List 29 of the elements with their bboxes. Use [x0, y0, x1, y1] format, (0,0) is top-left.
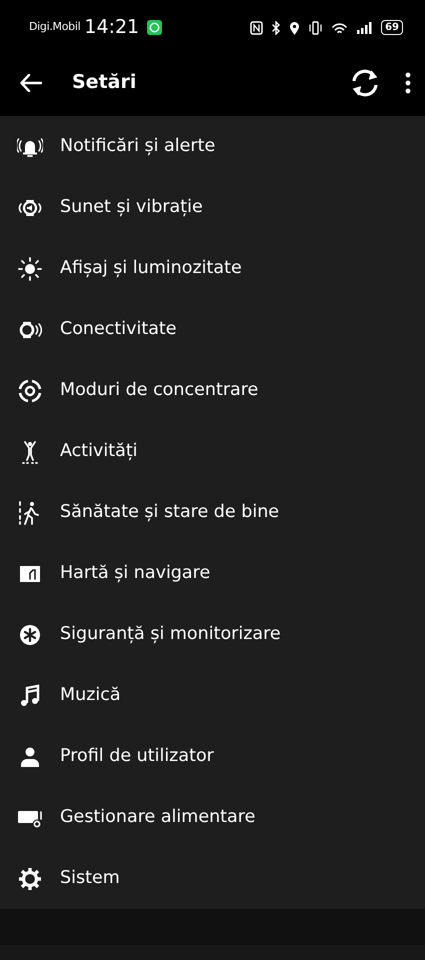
- settings-item[interactable]: Notificări și alerte: [0, 116, 425, 177]
- settings-item[interactable]: Hartă și navigare: [0, 543, 425, 604]
- chat-app-icon: [147, 20, 162, 35]
- vibrate-icon: [308, 20, 324, 34]
- settings-item[interactable]: Muzică: [0, 665, 425, 726]
- settings-item[interactable]: Sistem: [0, 848, 425, 909]
- settings-item[interactable]: Siguranță și monitorizare: [0, 604, 425, 665]
- bluetooth-icon: [271, 20, 282, 34]
- location-icon: [289, 20, 300, 34]
- signal-icon: [356, 21, 374, 34]
- carrier-name: Digi.Mobil: [29, 19, 80, 36]
- settings-item[interactable]: Sănătate și stare de bine: [0, 482, 425, 543]
- nfc-icon: [250, 20, 264, 34]
- back-button[interactable]: [20, 74, 42, 92]
- settings-item[interactable]: Conectivitate: [0, 299, 425, 360]
- settings-icon: [17, 866, 43, 892]
- target-icon: [17, 378, 43, 404]
- settings-item[interactable]: Afișaj și luminozitate: [0, 238, 425, 299]
- wifi-icon: [331, 20, 348, 34]
- battery-indicator: 69: [381, 20, 403, 35]
- settings-item[interactable]: Moduri de concentrare: [0, 360, 425, 421]
- settings-item[interactable]: Sunet și vibrație: [0, 177, 425, 238]
- page-title: Setări: [72, 70, 136, 96]
- more-options-button[interactable]: [405, 72, 411, 94]
- settings-item[interactable]: Profil de utilizator: [0, 726, 425, 787]
- sun-icon: [17, 256, 43, 282]
- status-time: 14:21: [84, 18, 140, 37]
- settings-item[interactable]: Gestionare alimentare: [0, 787, 425, 848]
- settings-item[interactable]: Activități: [0, 421, 425, 482]
